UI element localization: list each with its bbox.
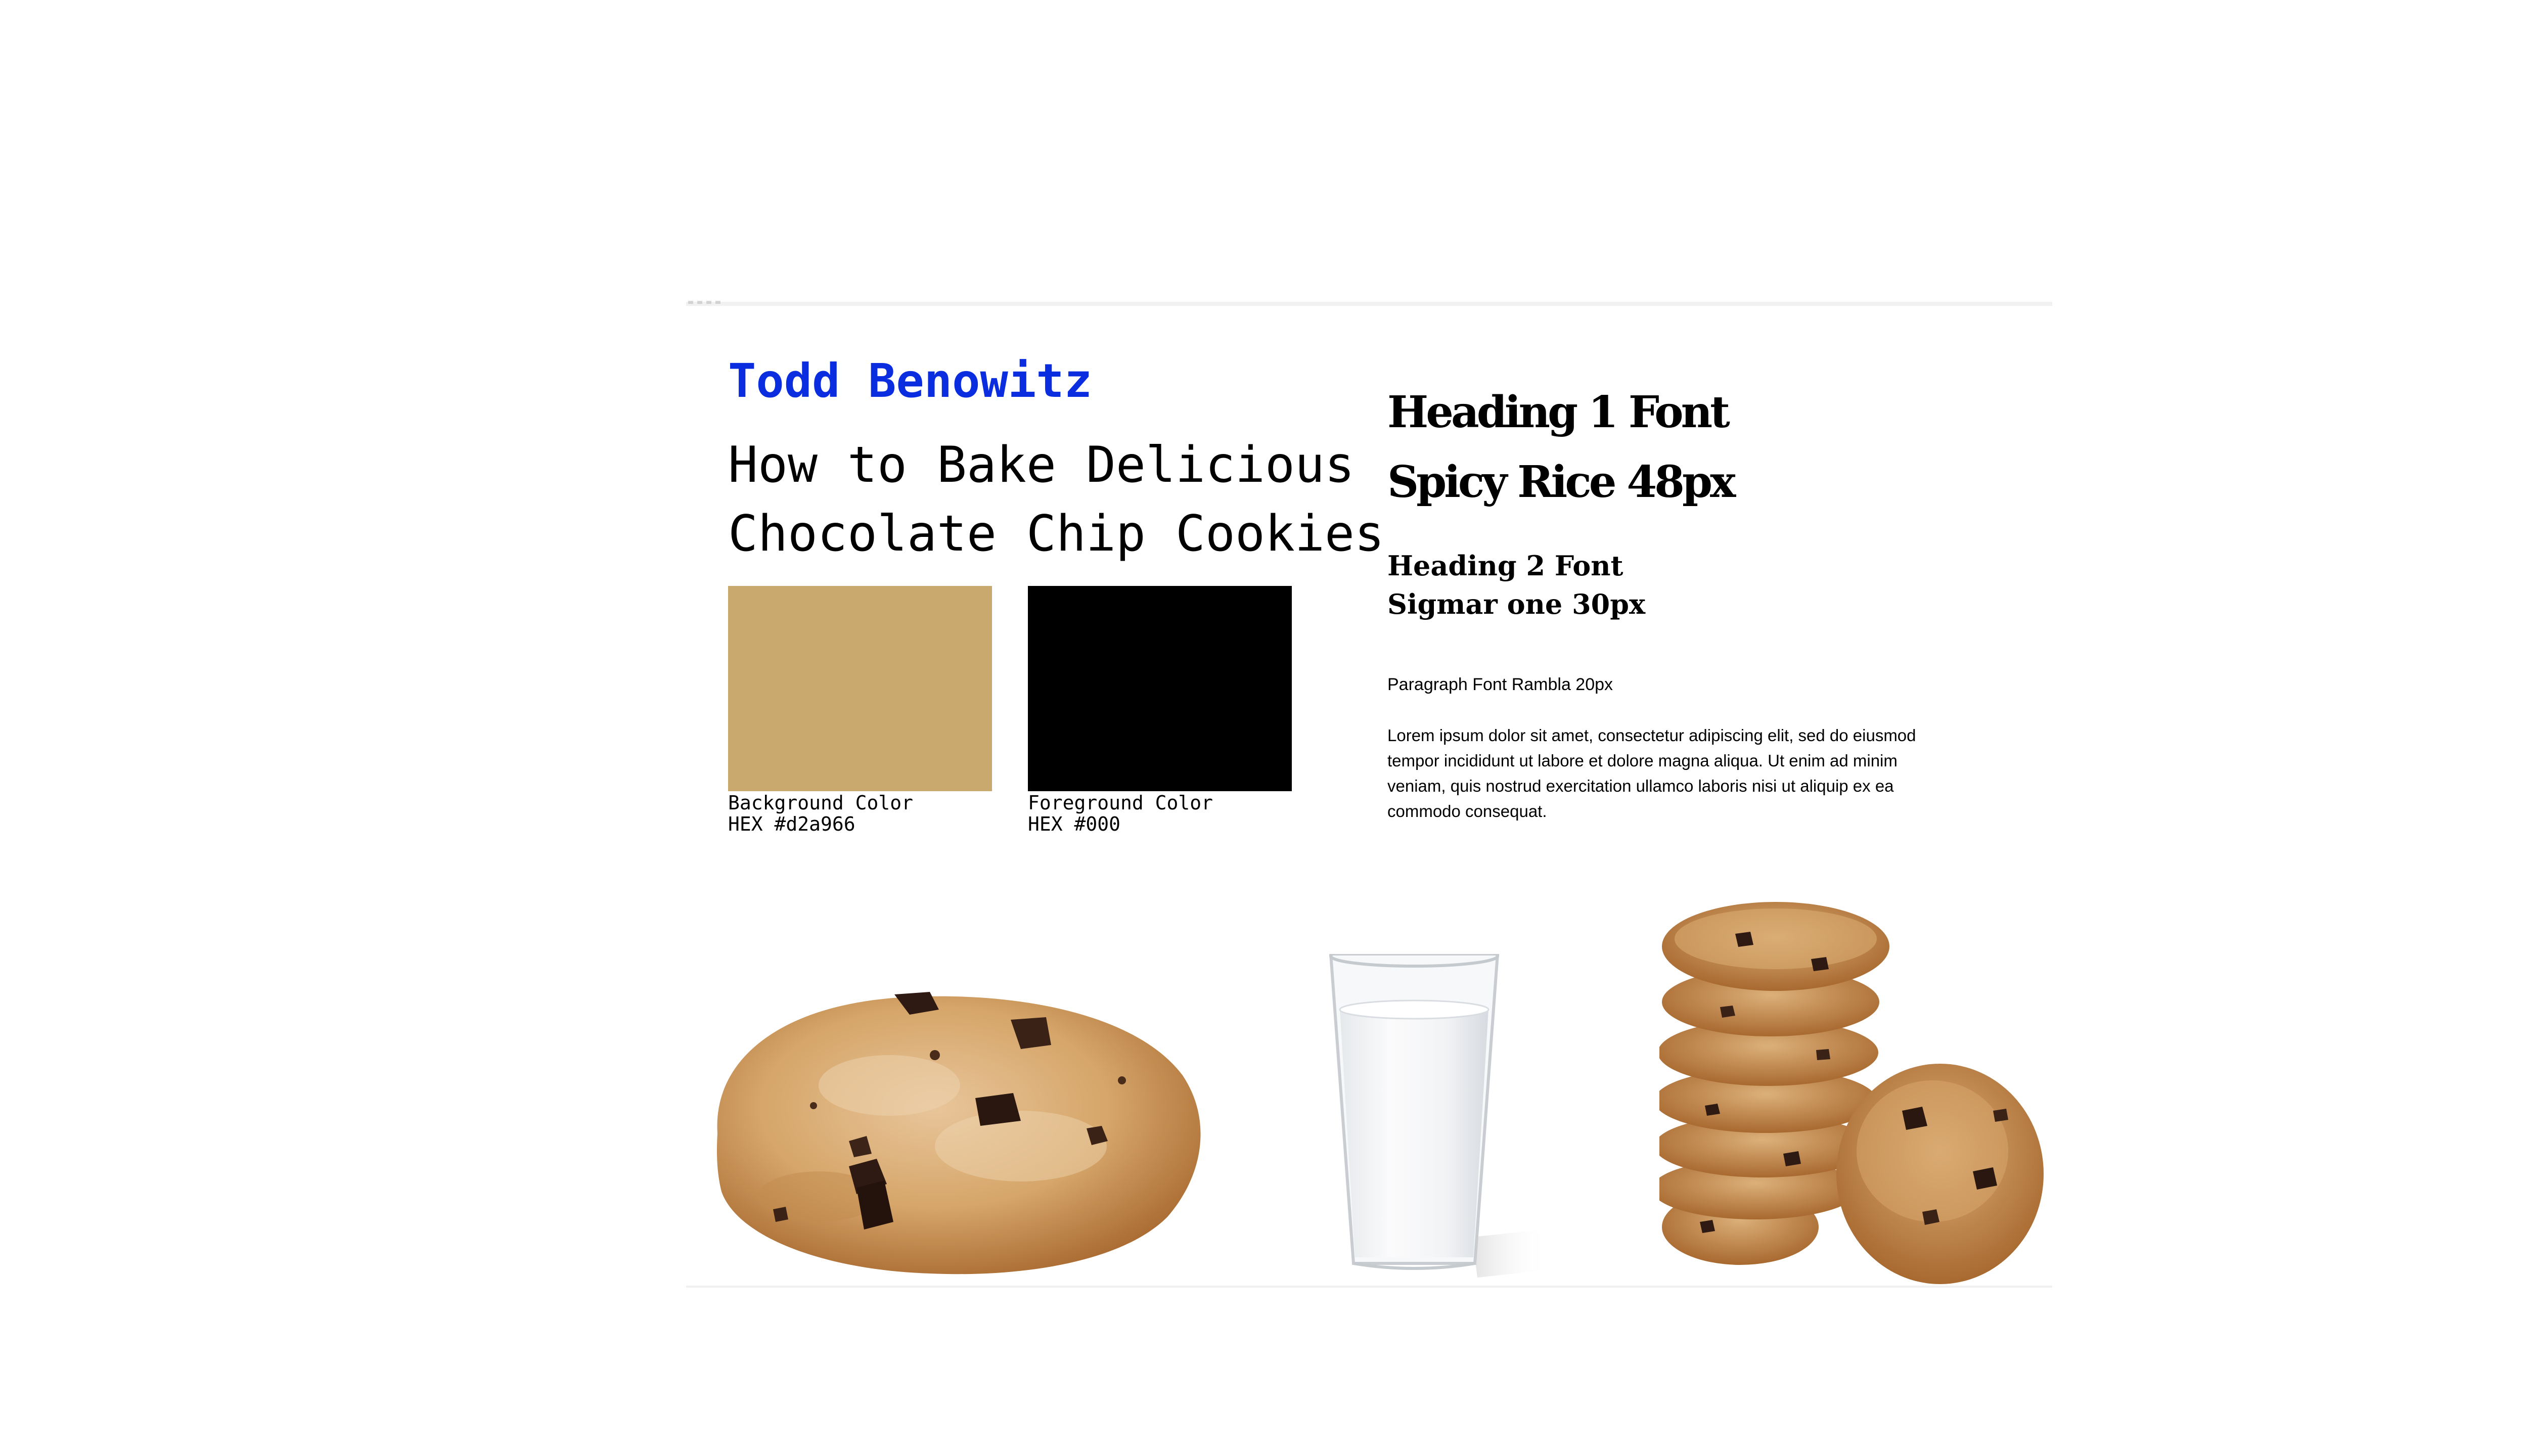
canvas: Todd Benowitz How to Bake Delicious Choc… xyxy=(0,0,2528,1456)
heading-1-line-2: Spicy Rice 48px xyxy=(1387,457,1736,508)
foreground-color-hex: HEX #000 xyxy=(1028,813,1121,835)
background-color-hex: HEX #d2a966 xyxy=(728,813,855,835)
heading-2-line-2: Sigmar one 30px xyxy=(1387,588,1646,620)
heading-1-sample: Heading 1 Font Spicy Rice 48px xyxy=(1387,378,1736,517)
chocolate-chip-cookie-image xyxy=(697,954,1208,1278)
slide-top-border xyxy=(686,302,2052,306)
heading-2-line-1: Heading 2 Font xyxy=(1387,550,1623,582)
foreground-color-label: Foreground Color HEX #000 xyxy=(1028,792,1213,835)
background-color-swatch xyxy=(728,586,992,791)
title-line-1: How to Bake Delicious xyxy=(728,436,1355,494)
background-color-label: Background Color HEX #d2a966 xyxy=(728,792,913,835)
heading-1-line-1: Heading 1 Font xyxy=(1387,387,1730,438)
style-guide-slide: Todd Benowitz How to Bake Delicious Choc… xyxy=(686,301,2052,1288)
foreground-color-name: Foreground Color xyxy=(1028,792,1213,814)
author-name: Todd Benowitz xyxy=(728,354,1093,408)
slide-bottom-border xyxy=(686,1286,2052,1288)
foreground-color-swatch xyxy=(1028,586,1292,791)
title-line-2: Chocolate Chip Cookies xyxy=(728,505,1385,563)
paragraph-sample: Lorem ipsum dolor sit amet, consectetur … xyxy=(1387,726,1916,821)
slide-corner-marks xyxy=(688,301,724,304)
page-title: How to Bake Delicious Chocolate Chip Coo… xyxy=(728,431,1385,568)
background-color-name: Background Color xyxy=(728,792,914,814)
heading-2-sample: Heading 2 Font Sigmar one 30px xyxy=(1387,547,1645,623)
stack-of-cookies-image xyxy=(1659,898,2044,1288)
glass-of-milk-image xyxy=(1305,954,1568,1278)
paragraph-font-label: Paragraph Font Rambla 20px xyxy=(1387,675,1613,694)
